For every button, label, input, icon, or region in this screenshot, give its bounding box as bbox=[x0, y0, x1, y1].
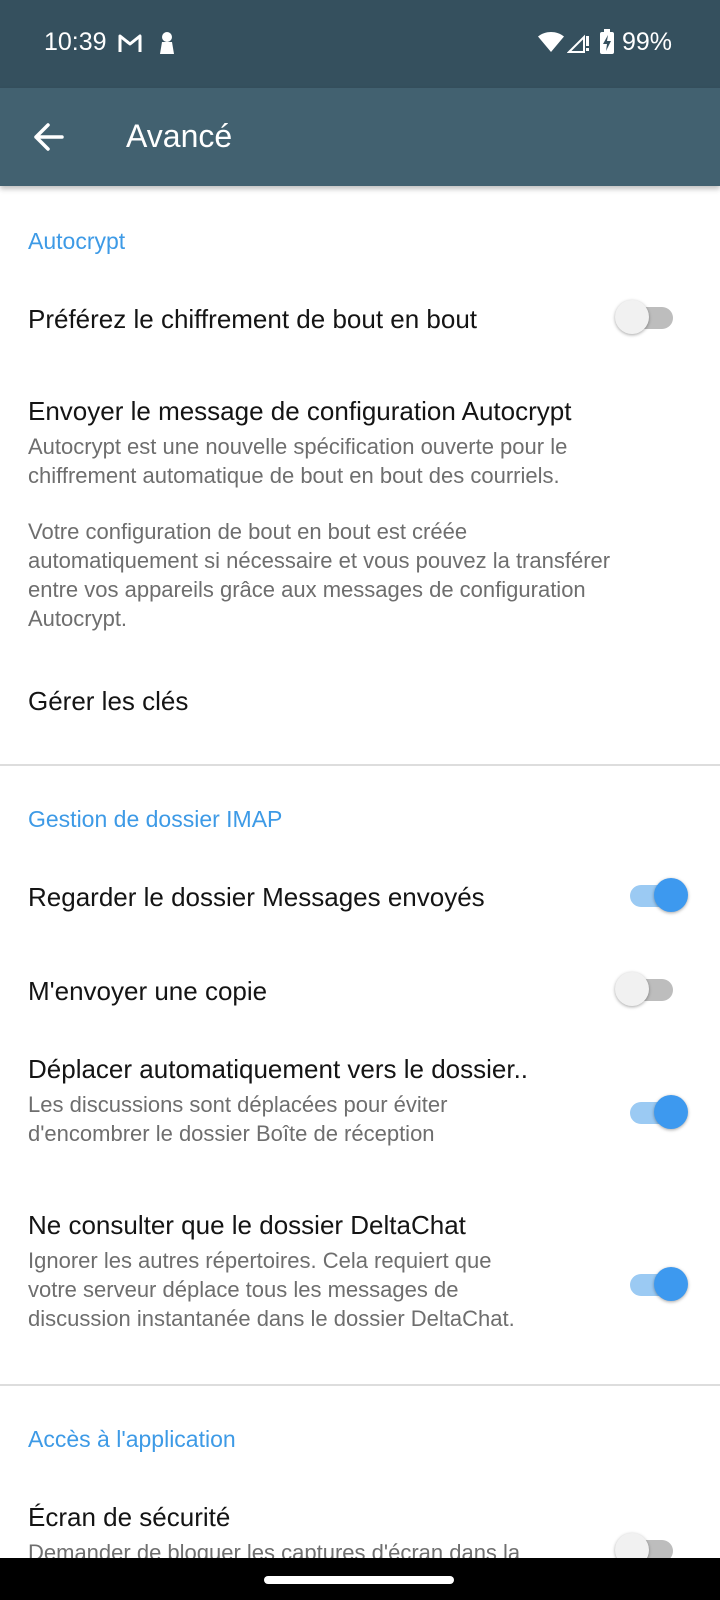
summary-line: Autocrypt. bbox=[28, 606, 128, 631]
pref-only-deltachat[interactable]: Ne consulter que le dossier DeltaChat Ig… bbox=[0, 1194, 720, 1362]
summary-line: Les discussions sont déplacées pour évit… bbox=[28, 1092, 448, 1117]
page-title: Avancé bbox=[126, 118, 233, 154]
pref-auto-move-summary: Les discussions sont déplacées pour évit… bbox=[28, 1090, 588, 1148]
app-bar: Avancé bbox=[0, 88, 720, 186]
switch-thumb bbox=[615, 300, 649, 334]
only-deltachat-switch[interactable] bbox=[624, 1264, 688, 1304]
section-divider bbox=[0, 764, 720, 766]
pref-screen-security-title: Écran de sécurité bbox=[28, 1502, 231, 1532]
status-bar: 10:39 99% bbox=[0, 0, 720, 88]
prefer-e2e-switch[interactable] bbox=[615, 297, 679, 337]
section-header-imap: Gestion de dossier IMAP bbox=[28, 806, 283, 832]
summary-line: entre vos appareils grâce aux messages d… bbox=[28, 577, 586, 602]
pref-send-autocrypt-setup[interactable]: Envoyer le message de configuration Auto… bbox=[0, 380, 720, 658]
pref-screen-security-summary: Demander de bloquer les captures d'écran… bbox=[28, 1538, 588, 1558]
pref-watch-sent[interactable]: Regarder le dossier Messages envoyés bbox=[0, 848, 720, 944]
arrow-left-icon[interactable] bbox=[28, 117, 68, 157]
watch-sent-switch[interactable] bbox=[624, 875, 688, 915]
pref-only-deltachat-summary: Ignorer les autres répertoires. Cela req… bbox=[28, 1246, 588, 1333]
battery-percentage: 99% bbox=[622, 28, 673, 56]
summary-line: Demander de bloquer les captures d'écran… bbox=[28, 1540, 521, 1558]
signal-icon bbox=[567, 34, 589, 53]
summary-line: Votre configuration de bout en bout est … bbox=[28, 519, 468, 544]
pref-prefer-e2e[interactable]: Préférez le chiffrement de bout en bout bbox=[0, 270, 720, 366]
summary-line: automatiquement si nécessaire et vous po… bbox=[28, 548, 611, 573]
pref-auto-move[interactable]: Déplacer automatiquement vers le dossier… bbox=[0, 1038, 720, 1184]
pref-send-copy[interactable]: M'envoyer une copie bbox=[0, 942, 720, 1038]
send-copy-switch[interactable] bbox=[615, 969, 679, 1009]
screen-security-switch[interactable] bbox=[615, 1530, 679, 1558]
pref-prefer-e2e-title: Préférez le chiffrement de bout en bout bbox=[28, 304, 478, 334]
switch-thumb bbox=[654, 1095, 688, 1129]
gmail-icon bbox=[118, 34, 142, 52]
summary-line: d'encombrer le dossier Boîte de réceptio… bbox=[28, 1121, 435, 1146]
summary-line: Ignorer les autres répertoires. Cela req… bbox=[28, 1248, 492, 1273]
section-divider bbox=[0, 1384, 720, 1386]
summary-line: chiffrement automatique de bout en bout … bbox=[28, 463, 560, 488]
switch-thumb bbox=[615, 972, 649, 1006]
pref-send-setup-title: Envoyer le message de configuration Auto… bbox=[28, 396, 572, 426]
summary-line: Autocrypt est une nouvelle spécification… bbox=[28, 434, 568, 459]
pref-manage-keys[interactable]: Gérer les clés bbox=[0, 658, 720, 748]
home-gesture-handle[interactable] bbox=[264, 1576, 454, 1584]
pref-send-copy-title: M'envoyer une copie bbox=[28, 976, 268, 1006]
switch-thumb bbox=[654, 1267, 688, 1301]
settings-list[interactable]: Autocrypt Préférez le chiffrement de bou… bbox=[0, 186, 720, 1558]
battery-charging-icon bbox=[600, 29, 614, 54]
pref-manage-keys-title: Gérer les clés bbox=[28, 686, 189, 716]
pref-watch-sent-title: Regarder le dossier Messages envoyés bbox=[28, 882, 485, 912]
pref-screen-security[interactable]: Écran de sécurité Demander de bloquer le… bbox=[0, 1468, 720, 1558]
status-time: 10:39 bbox=[44, 28, 107, 56]
wifi-icon bbox=[538, 32, 564, 52]
keyhole-icon bbox=[160, 32, 174, 54]
pref-only-deltachat-title: Ne consulter que le dossier DeltaChat bbox=[28, 1210, 466, 1240]
switch-thumb bbox=[654, 878, 688, 912]
navigation-bar bbox=[0, 1558, 720, 1600]
section-header-autocrypt: Autocrypt bbox=[28, 228, 126, 254]
switch-thumb bbox=[615, 1533, 649, 1558]
pref-auto-move-title: Déplacer automatiquement vers le dossier… bbox=[28, 1054, 529, 1084]
summary-line: discussion instantanée dans le dossier D… bbox=[28, 1306, 515, 1331]
pref-send-setup-summary: Autocrypt est une nouvelle spécification… bbox=[28, 432, 678, 633]
summary-line: votre serveur déplace tous les messages … bbox=[28, 1277, 459, 1302]
auto-move-switch[interactable] bbox=[624, 1092, 688, 1132]
section-header-app-access: Accès à l'application bbox=[28, 1426, 236, 1452]
